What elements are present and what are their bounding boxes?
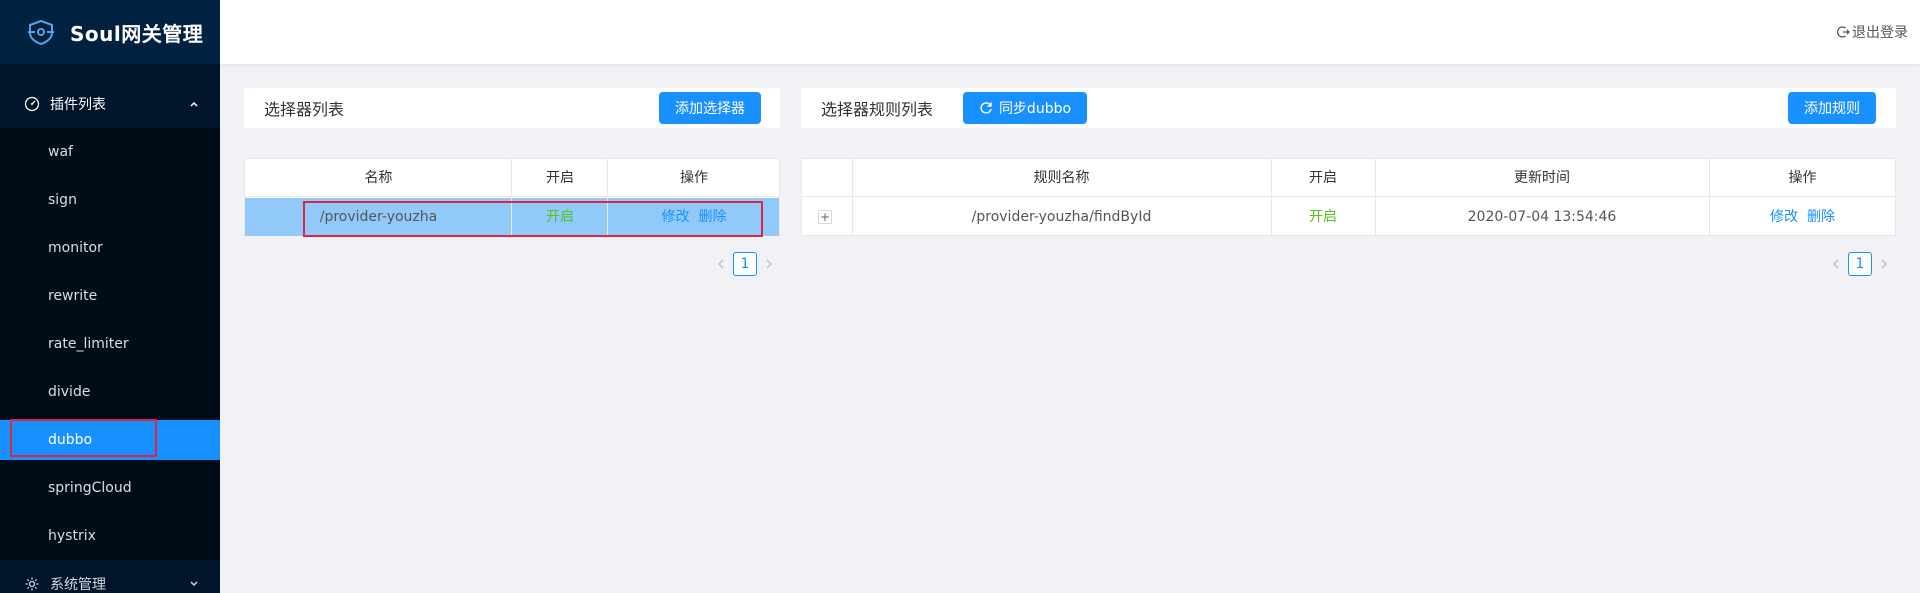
column-divider — [607, 159, 608, 236]
delete-selector-link[interactable]: 删除 — [698, 209, 726, 225]
add-selector-button[interactable]: 添加选择器 — [659, 92, 761, 124]
column-header-updated-at: 更新时间 — [1514, 170, 1570, 186]
sidebar-item-springcloud[interactable]: springCloud — [0, 468, 220, 508]
edit-rule-link[interactable]: 修改 — [1770, 209, 1798, 225]
column-divider — [511, 159, 512, 236]
next-page-icon[interactable] — [1874, 254, 1894, 274]
sync-dubbo-button-label: 同步dubbo — [998, 101, 1072, 117]
add-rule-button-label: 添加规则 — [1804, 101, 1860, 117]
menu-group-plugins-label: 插件列表 — [50, 97, 106, 113]
sidebar-item-rate-limiter[interactable]: rate_limiter — [0, 324, 220, 364]
expand-row-button[interactable]: + — [818, 210, 832, 224]
expand-cell: + — [802, 198, 852, 236]
rule-panel-title: 选择器规则列表 — [821, 100, 934, 119]
column-header-actions: 操作 — [1788, 170, 1817, 186]
rule-actions: 修改 删除 — [1709, 198, 1896, 236]
selector-actions: 修改 删除 — [608, 198, 780, 236]
logo: Soul网关管理 — [0, 0, 220, 64]
dashboard-icon — [24, 96, 40, 112]
sidebar-item-monitor[interactable]: monitor — [0, 228, 220, 268]
edit-selector-link[interactable]: 修改 — [662, 209, 690, 225]
logout-button[interactable]: 退出登录 — [1836, 22, 1908, 42]
selector-pagination: 1 — [711, 252, 779, 276]
rule-panel-header: 选择器规则列表 同步dubbo 添加规则 — [801, 88, 1896, 128]
chevron-down-icon — [190, 581, 198, 587]
selector-panel-header: 选择器列表 添加选择器 — [244, 88, 780, 128]
next-page-icon[interactable] — [759, 254, 779, 274]
logout-label: 退出登录 — [1852, 25, 1908, 41]
rule-pagination: 1 — [1826, 252, 1894, 276]
sidebar-item-divide[interactable]: divide — [0, 372, 220, 412]
gateway-logo-icon — [28, 19, 54, 45]
selector-table-header: 名称 开启 操作 — [245, 159, 779, 197]
page-number[interactable]: 1 — [733, 252, 757, 276]
selector-name: /provider-youzha — [319, 209, 438, 225]
selector-table: 名称 开启 操作 /provider-youzha 开启 修改 删除 — [244, 158, 780, 236]
column-header-rule-name: 规则名称 — [1033, 170, 1090, 186]
column-divider — [1709, 159, 1710, 236]
top-header: 退出登录 — [220, 0, 1920, 64]
column-header-enabled: 开启 — [1309, 170, 1337, 186]
selector-enabled-status: 开启 — [546, 209, 574, 225]
table-row[interactable]: + /provider-youzha/findById 开启 2020-07-0… — [802, 198, 1895, 236]
sidebar: Soul网关管理 插件列表 waf sign monitor rewrite r… — [0, 0, 220, 593]
sidebar-item-hystrix[interactable]: hystrix — [0, 516, 220, 556]
logout-icon — [1836, 26, 1850, 38]
sidebar-item-sign[interactable]: sign — [0, 180, 220, 220]
column-header-enabled: 开启 — [546, 170, 574, 186]
rule-table-header: 规则名称 开启 更新时间 操作 — [802, 159, 1895, 197]
sidebar-item-rewrite[interactable]: rewrite — [0, 276, 220, 316]
menu-group-system[interactable]: 系统管理 — [0, 560, 220, 593]
column-header-actions: 操作 — [680, 170, 708, 186]
gear-icon — [25, 577, 39, 591]
rule-name: /provider-youzha/findById — [971, 209, 1152, 225]
prev-page-icon[interactable] — [711, 254, 731, 274]
delete-rule-link[interactable]: 删除 — [1807, 209, 1835, 225]
column-header-name: 名称 — [364, 170, 393, 186]
table-row[interactable]: /provider-youzha 开启 修改 删除 — [245, 198, 779, 236]
selector-panel-title: 选择器列表 — [264, 100, 345, 119]
column-divider — [1375, 159, 1376, 236]
menu-group-plugins[interactable]: 插件列表 — [0, 80, 220, 128]
column-divider — [852, 159, 853, 236]
app-title: Soul网关管理 — [70, 21, 204, 46]
sync-dubbo-button[interactable]: 同步dubbo — [963, 92, 1087, 124]
rule-enabled-status: 开启 — [1309, 209, 1337, 225]
column-divider — [1271, 159, 1272, 236]
plugin-submenu: waf sign monitor rewrite rate_limiter di… — [0, 128, 220, 560]
add-selector-button-label: 添加选择器 — [675, 101, 745, 117]
prev-page-icon[interactable] — [1826, 254, 1846, 274]
rule-table: 规则名称 开启 更新时间 操作 + /provider-youzha/findB… — [801, 158, 1896, 236]
chevron-up-icon — [190, 101, 198, 107]
add-rule-button[interactable]: 添加规则 — [1788, 92, 1876, 124]
rule-updated-at: 2020-07-04 13:54:46 — [1467, 209, 1617, 225]
sidebar-item-dubbo[interactable]: dubbo — [0, 420, 220, 460]
column-header-expand — [802, 159, 852, 197]
page-number[interactable]: 1 — [1848, 252, 1872, 276]
menu-group-system-label: 系统管理 — [50, 577, 106, 593]
sidebar-item-waf[interactable]: waf — [0, 132, 220, 172]
sync-icon — [980, 102, 992, 114]
